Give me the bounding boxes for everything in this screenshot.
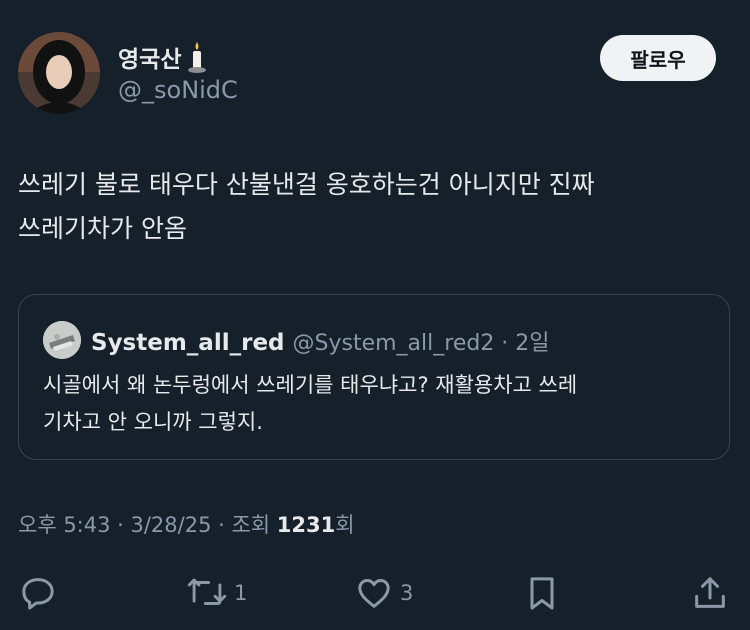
share-button[interactable] (690, 570, 730, 616)
tweet-meta: 오후 5:43 · 3/28/25 · 조회 1231회 (18, 509, 355, 539)
reply-icon (18, 573, 58, 613)
author-avatar[interactable] (18, 32, 100, 114)
views-count: 1231 (276, 513, 336, 537)
author-handle[interactable]: @_soNidC (118, 76, 238, 104)
like-icon (354, 573, 394, 613)
follow-button[interactable]: 팔로우 (600, 35, 716, 81)
bookmark-icon (522, 573, 562, 613)
quoted-author-meta: @System_all_red2 · 2일 (292, 331, 550, 356)
retweet-icon (186, 573, 228, 613)
bookmark-button[interactable] (522, 570, 562, 616)
tweet-text-line: 쓰레기차가 안옴 (18, 214, 187, 243)
tweet-timestamp[interactable]: 오후 5:43 · 3/28/25 · 조회 (18, 513, 277, 537)
quoted-tweet-header: System_all_red @System_all_red2 · 2일 (91, 325, 550, 357)
share-icon (690, 573, 730, 613)
reply-button[interactable] (18, 570, 58, 616)
quoted-text-line: 시골에서 왜 논두렁에서 쓰레기를 태우냐고? 재활용차고 쓰레 (43, 373, 578, 397)
like-count: 3 (400, 581, 414, 605)
tweet-text-line: 쓰레기 불로 태우다 산불낸걸 옹호하는건 아니지만 진짜 (18, 170, 595, 199)
author-display-name[interactable]: 영국산 (118, 40, 207, 74)
tweet-text: 쓰레기 불로 태우다 산불낸걸 옹호하는건 아니지만 진짜 쓰레기차가 안옴 (18, 163, 730, 251)
retweet-button[interactable]: 1 (186, 570, 247, 616)
quoted-tweet-text: 시골에서 왜 논두렁에서 쓰레기를 태우냐고? 재활용차고 쓰레 기차고 안 오… (43, 367, 713, 441)
candle-icon (187, 40, 207, 74)
quoted-author-avatar (43, 321, 81, 359)
author-name-text[interactable]: 영국산 (118, 40, 181, 74)
retweet-count: 1 (234, 581, 248, 605)
like-button[interactable]: 3 (354, 570, 413, 616)
action-bar: 1 3 (0, 570, 750, 616)
views-suffix: 회 (335, 513, 355, 537)
quoted-author-name: System_all_red (91, 330, 285, 356)
quoted-tweet-card[interactable]: System_all_red @System_all_red2 · 2일 시골에서… (18, 294, 730, 460)
quoted-text-line: 기차고 안 오니까 그렇지. (43, 410, 263, 434)
